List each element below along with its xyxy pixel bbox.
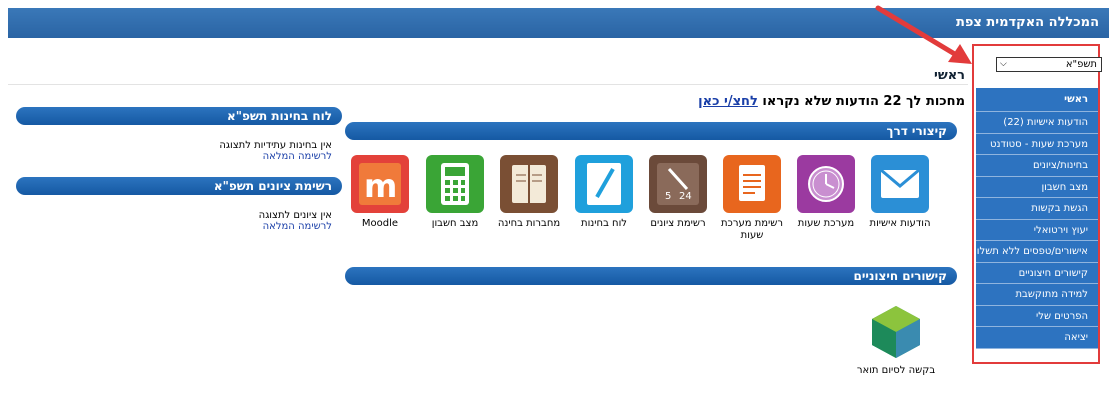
grades-panel-body: אין ציונים לתצוגה לרשימה המלאה [259, 210, 332, 232]
sidebar-item-elearning[interactable]: למידה מתוקשבת [976, 284, 1098, 306]
hexagon-cube-icon [872, 306, 920, 358]
sidebar-item-approvals[interactable]: אישורים/טפסים ללא תשלום [976, 241, 1098, 263]
shortcuts-header: קיצורי דרך [345, 122, 957, 140]
unread-notice-text: מחכות לך 22 הודעות שלא נקראו [762, 94, 965, 109]
unread-notice-link[interactable]: לחצ/י כאן [698, 94, 758, 109]
app-header: המכללה האקדמית צפת [8, 8, 1109, 38]
tile-messages[interactable] [871, 155, 929, 213]
tile-exam-board[interactable] [575, 155, 633, 213]
app-title: המכללה האקדמית צפת [955, 15, 1099, 30]
sidebar-item-messages[interactable]: הודעות אישיות (22) [976, 112, 1098, 134]
tile-grades[interactable]: 5 24 [649, 155, 707, 213]
clock-icon [808, 166, 844, 202]
tile-moodle-label: Moodle [361, 218, 399, 229]
tile-exam-notebooks-label: מחברות בחינה [497, 218, 561, 229]
svg-text:5: 5 [665, 191, 671, 202]
tile-grades-label: רשימת ציונים [650, 218, 706, 229]
svg-text:m: m [364, 167, 397, 205]
sidebar-item-account[interactable]: מצב חשבון [976, 176, 1098, 198]
external-link-degree[interactable] [866, 302, 926, 362]
sidebar-item-home[interactable]: ראשי [976, 88, 1098, 112]
sidebar-item-virtual-advice[interactable]: יעוץ וירטואלי [976, 219, 1098, 241]
external-links-header: קישורים חיצוניים [345, 267, 957, 285]
tile-schedule-list-label: רשימת מערכת שעות [720, 218, 784, 241]
exams-panel-header: לוח בחינות תשפ"א [16, 107, 342, 125]
external-link-degree-label[interactable]: בקשה לסיום תואר [846, 365, 946, 377]
exams-empty-text: אין בחינות עתידיות לתצוגה [219, 140, 332, 151]
tile-moodle[interactable]: m [351, 155, 409, 213]
chevron-down-icon: ⌵ [1000, 59, 1007, 69]
sidebar-menu: ראשי הודעות אישיות (22) מערכת שעות - סטו… [976, 88, 1098, 349]
sidebar-item-logout[interactable]: יציאה [976, 327, 1098, 349]
envelope-icon [880, 168, 920, 198]
year-select-value: תשפ"א [1065, 59, 1097, 70]
tile-schedule-label: מערכת שעות [797, 218, 855, 229]
exams-panel-body: אין בחינות עתידיות לתצוגה לרשימה המלאה [219, 140, 332, 162]
sidebar-item-requests[interactable]: הגשת בקשות [976, 198, 1098, 220]
pen-icon [587, 163, 621, 205]
notebook-icon [512, 165, 546, 203]
grades-empty-text: אין ציונים לתצוגה [258, 210, 332, 221]
calculator-icon [441, 163, 469, 205]
sidebar-item-exams-grades[interactable]: בחינות/ציונים [976, 155, 1098, 177]
grades-panel-header: רשימת ציונים תשפ"א [16, 177, 342, 195]
grades-full-list-link[interactable]: לרשימה המלאה [259, 221, 332, 232]
sidebar-item-external-links[interactable]: קישורים חיצוניים [976, 262, 1098, 284]
page-title: ראשי [934, 68, 965, 83]
svg-text:24: 24 [679, 191, 692, 202]
moodle-icon: m [359, 163, 401, 205]
tile-account-label: מצב חשבון [431, 218, 479, 229]
tile-schedule[interactable] [797, 155, 855, 213]
tile-exam-board-label: לוח בחינות [581, 218, 627, 229]
tile-messages-label: הודעות אישיות [869, 218, 931, 229]
grades-icon: 5 24 [657, 163, 699, 205]
year-select[interactable]: תשפ"א ⌵ [996, 57, 1102, 72]
document-icon [739, 165, 765, 201]
tile-exam-notebooks[interactable] [500, 155, 558, 213]
sidebar-item-my-details[interactable]: הפרטים שלי [976, 305, 1098, 327]
exams-full-list-link[interactable]: לרשימה המלאה [219, 151, 332, 162]
unread-notice: מחכות לך 22 הודעות שלא נקראו לחצ/י כאן [698, 94, 965, 109]
divider [8, 84, 968, 85]
sidebar-item-schedule[interactable]: מערכת שעות - סטודנט [976, 133, 1098, 155]
tile-account[interactable] [426, 155, 484, 213]
tile-schedule-list[interactable] [723, 155, 781, 213]
